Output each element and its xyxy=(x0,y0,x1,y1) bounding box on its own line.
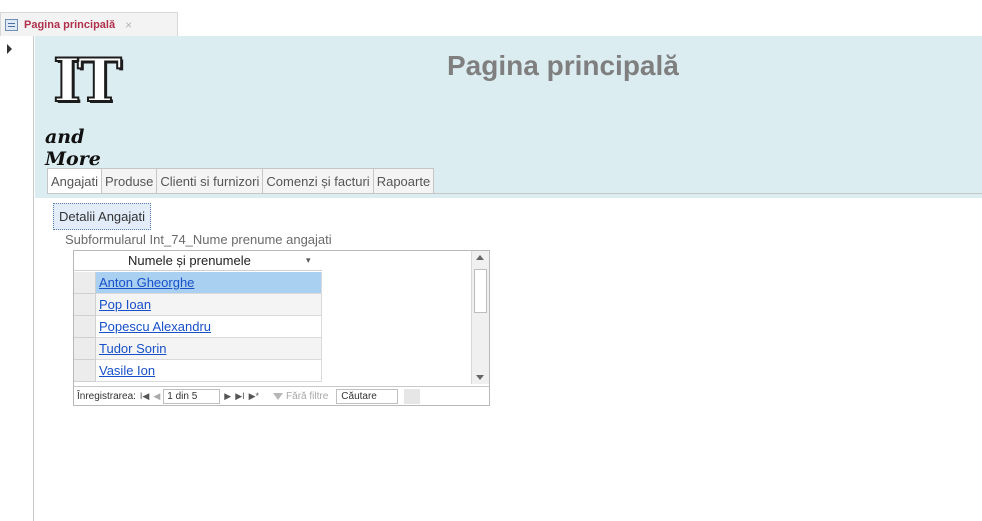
close-icon[interactable]: × xyxy=(125,18,132,32)
record-label: Înregistrarea: xyxy=(77,390,136,402)
table-row[interactable]: Pop Ioan xyxy=(96,294,322,316)
tab-clienti-furnizori[interactable]: Clienti si furnizori xyxy=(157,168,264,194)
details-employees-button[interactable]: Detalii Angajati xyxy=(53,203,151,230)
horizontal-scrollbar[interactable] xyxy=(404,388,421,404)
new-record-icon[interactable]: ▶* xyxy=(249,391,259,402)
column-header-name[interactable]: Numele și prenumele ▾ xyxy=(74,251,322,271)
table-row[interactable]: Popescu Alexandru xyxy=(96,316,322,338)
employee-link[interactable]: Tudor Sorin xyxy=(99,341,166,356)
row-selector[interactable] xyxy=(74,294,96,316)
employee-link[interactable]: Anton Gheorghe xyxy=(99,275,194,290)
last-record-icon[interactable]: ▶I xyxy=(235,391,244,402)
table-row[interactable]: Vasile Ion xyxy=(96,360,322,382)
document-tab[interactable]: Pagina principală × xyxy=(0,12,178,36)
logo: IT and More xyxy=(45,44,145,170)
current-record-arrow-icon xyxy=(7,44,12,54)
next-record-icon[interactable]: ▶ xyxy=(224,391,231,402)
tab-divider xyxy=(47,193,982,194)
search-input[interactable]: Căutare xyxy=(336,388,399,404)
filter-label: Fără filtre xyxy=(286,390,329,402)
tab-strip: Angajati Produse Clienti si furnizori Co… xyxy=(47,168,435,194)
tab-produse[interactable]: Produse xyxy=(101,168,158,194)
employee-link[interactable]: Popescu Alexandru xyxy=(99,319,211,334)
row-selector[interactable] xyxy=(74,338,96,360)
first-record-icon[interactable]: I◀ xyxy=(140,391,149,402)
previous-record-icon[interactable]: ◀ xyxy=(153,391,160,402)
subform-label: Subformularul Int_74_Nume prenume angaja… xyxy=(65,232,332,247)
row-selector[interactable] xyxy=(74,316,96,338)
table-row[interactable]: Anton Gheorghe xyxy=(96,272,322,294)
row-selector[interactable] xyxy=(74,360,96,382)
current-record-input[interactable]: 1 din 5 xyxy=(163,388,221,404)
form-icon xyxy=(5,18,18,31)
form-header: IT and More Pagina principală Angajati P… xyxy=(35,36,982,198)
row-selector[interactable] xyxy=(74,272,96,294)
tab-rapoarte[interactable]: Rapoarte xyxy=(373,168,435,194)
column-dropdown-icon[interactable]: ▾ xyxy=(306,255,311,266)
employee-link[interactable]: Pop Ioan xyxy=(99,297,151,312)
window-top-strip xyxy=(0,0,982,12)
scroll-thumb[interactable] xyxy=(474,269,487,313)
document-tab-label: Pagina principală xyxy=(24,18,116,31)
employee-link[interactable]: Vasile Ion xyxy=(99,363,155,378)
scroll-down-icon[interactable] xyxy=(476,375,484,380)
scroll-up-icon[interactable] xyxy=(476,255,484,260)
logo-tagline: and More xyxy=(45,126,101,170)
filter-icon xyxy=(273,392,284,400)
table-row[interactable]: Tudor Sorin xyxy=(96,338,322,360)
filter-indicator[interactable]: Fără filtre xyxy=(273,391,328,402)
employees-subform-grid[interactable]: Numele și prenumele ▾ Anton Gheorghe Pop… xyxy=(73,250,490,406)
column-header-label: Numele și prenumele xyxy=(128,253,251,268)
tab-comenzi-facturi[interactable]: Comenzi și facturi xyxy=(263,168,374,194)
tab-angajati[interactable]: Angajati xyxy=(47,168,102,194)
vertical-scrollbar[interactable] xyxy=(471,251,489,384)
main-form: IT and More Pagina principală Angajati P… xyxy=(35,36,982,521)
record-selector-bar xyxy=(0,36,34,521)
logo-it-text: IT xyxy=(52,45,123,117)
tab-page-angajati: Detalii Angajati Subformularul Int_74_Nu… xyxy=(35,198,982,521)
page-title: Pagina principală xyxy=(447,50,679,81)
record-navigation-bar: Înregistrarea: I◀ ◀ 1 din 5 ▶ ▶I ▶* Fără… xyxy=(74,386,489,405)
